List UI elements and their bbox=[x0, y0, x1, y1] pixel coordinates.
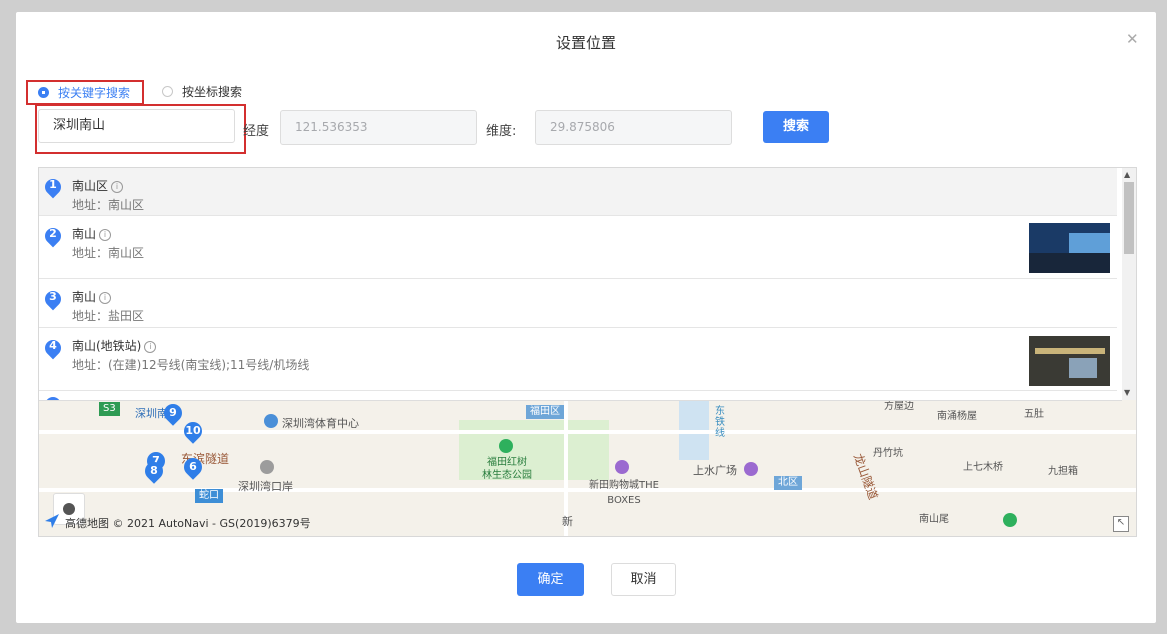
map-marker-9-number: 9 bbox=[169, 406, 177, 419]
map-marker-6-number: 6 bbox=[189, 460, 197, 473]
result-name-row: 南山(地铁站) i bbox=[72, 337, 157, 354]
result-address: 地址：南山区 bbox=[72, 198, 145, 212]
stadium-icon bbox=[264, 414, 278, 428]
radio-coordinate-search[interactable]: 按坐标搜索 bbox=[162, 80, 242, 102]
confirm-button[interactable]: 确定 bbox=[517, 563, 584, 596]
map-label: 上水广场 bbox=[693, 464, 737, 477]
district-tag-beiqu: 北区 bbox=[774, 476, 802, 490]
close-icon[interactable]: ✕ bbox=[1126, 30, 1139, 48]
result-index: 1 bbox=[49, 178, 57, 191]
district-tag-futian: 福田区 bbox=[526, 405, 564, 419]
result-name-row: 南山 i bbox=[72, 225, 112, 242]
radio-checked-icon bbox=[38, 87, 49, 98]
marker-pin-icon bbox=[41, 393, 65, 400]
map-label: 南山尾 bbox=[919, 514, 949, 525]
info-icon[interactable]: i bbox=[144, 341, 157, 353]
result-item-4[interactable]: 4 南山(地铁站) i 地址：(在建)12号线(南宝线);11号线/机场线 bbox=[39, 328, 1117, 391]
radio-keyword-label: 按关键字搜索 bbox=[58, 86, 131, 100]
search-button[interactable]: 搜索 bbox=[763, 111, 829, 143]
cancel-button[interactable]: 取消 bbox=[611, 563, 676, 596]
park-icon bbox=[1003, 513, 1017, 527]
map-panel[interactable]: S3 深圳南 福田区 深圳湾体育中心 东滨隧道 深圳湾口岸 蛇口 福田红树 林生… bbox=[38, 167, 1137, 537]
amap-logo-icon bbox=[45, 514, 59, 528]
map-label: 南涌杨屋 bbox=[937, 411, 977, 422]
result-name-row: 南山区 i bbox=[72, 177, 124, 194]
longitude-field[interactable]: 121.536353 bbox=[280, 110, 477, 145]
radio-unchecked-icon bbox=[162, 85, 173, 97]
shopping-icon bbox=[615, 460, 629, 474]
result-name-row: 南山 i bbox=[72, 288, 112, 305]
result-name: 南山区 bbox=[72, 179, 109, 193]
radio-keyword-search[interactable]: 按关键字搜索 bbox=[26, 80, 145, 105]
map-label: 新 bbox=[562, 515, 573, 528]
shopping-icon bbox=[744, 462, 758, 476]
scroll-up-icon[interactable]: ▲ bbox=[1124, 170, 1130, 179]
result-index: 4 bbox=[49, 339, 57, 352]
result-item-5[interactable] bbox=[39, 391, 1117, 400]
map-label: 深圳湾体育中心 bbox=[282, 417, 359, 430]
result-address: 地址：(在建)12号线(南宝线);11号线/机场线 bbox=[72, 358, 310, 372]
result-item-2[interactable]: 2 南山 i 地址：南山区 bbox=[39, 216, 1117, 279]
latitude-label: 维度: bbox=[486, 124, 517, 139]
scroll-thumb[interactable] bbox=[1124, 182, 1134, 254]
place-photo bbox=[1029, 223, 1110, 273]
map-copyright: 高德地图 © 2021 AutoNavi - GS(2019)6379号 bbox=[65, 517, 311, 530]
keyword-input[interactable]: 深圳南山 bbox=[38, 109, 235, 143]
set-location-dialog: 设置位置 ✕ 按关键字搜索 按坐标搜索 深圳南山 经度 121.536353 维… bbox=[16, 12, 1156, 623]
result-item-1[interactable]: 1 南山区 i 地址：南山区 bbox=[39, 168, 1117, 216]
dialog-title: 设置位置 bbox=[555, 34, 616, 52]
result-address: 地址：南山区 bbox=[72, 246, 145, 260]
radio-coordinate-label: 按坐标搜索 bbox=[182, 84, 243, 99]
map-label: 东 铁 线 bbox=[715, 406, 725, 439]
result-name: 南山 bbox=[72, 290, 97, 304]
route-badge: S3 bbox=[99, 402, 120, 416]
landmark-icon bbox=[260, 460, 274, 474]
map-marker-8-number: 8 bbox=[150, 464, 158, 477]
latitude-field[interactable]: 29.875806 bbox=[535, 110, 732, 145]
map-label: 五肚 bbox=[1024, 409, 1044, 420]
place-photo bbox=[1029, 336, 1110, 386]
result-name: 南山 bbox=[72, 227, 97, 241]
info-icon[interactable]: i bbox=[99, 229, 112, 241]
info-icon[interactable]: i bbox=[111, 181, 124, 193]
info-icon[interactable]: i bbox=[99, 292, 112, 304]
result-index: 2 bbox=[49, 227, 57, 240]
map-label: 丹竹坑 bbox=[873, 448, 903, 459]
results-list: 1 南山区 i 地址：南山区 2 南山 i 地址：南山区 3 南山 i 地址：盐… bbox=[39, 168, 1122, 401]
park-icon bbox=[499, 439, 513, 453]
map-label: 新田购物城THE BOXES bbox=[589, 480, 659, 506]
result-address: 地址：盐田区 bbox=[72, 309, 145, 323]
map-label: 深圳湾口岸 bbox=[238, 480, 293, 493]
result-item-3[interactable]: 3 南山 i 地址：盐田区 bbox=[39, 279, 1117, 328]
result-index: 3 bbox=[49, 290, 57, 303]
map-marker-10-number: 10 bbox=[185, 424, 201, 437]
map-road bbox=[39, 430, 1136, 434]
longitude-label: 经度 bbox=[243, 124, 270, 139]
result-name: 南山(地铁站) bbox=[72, 339, 142, 353]
map-label: 九担箱 bbox=[1048, 466, 1078, 477]
collapse-corner-icon[interactable]: ↖ bbox=[1113, 516, 1129, 532]
results-scrollbar[interactable]: ▲ ▼ bbox=[1122, 168, 1136, 400]
scroll-down-icon[interactable]: ▼ bbox=[1124, 388, 1130, 397]
map-label: 福田红树 林生态公园 bbox=[482, 457, 532, 481]
map-label: 上七木桥 bbox=[963, 462, 1003, 473]
station-tag-shekou: 蛇口 bbox=[195, 489, 223, 503]
